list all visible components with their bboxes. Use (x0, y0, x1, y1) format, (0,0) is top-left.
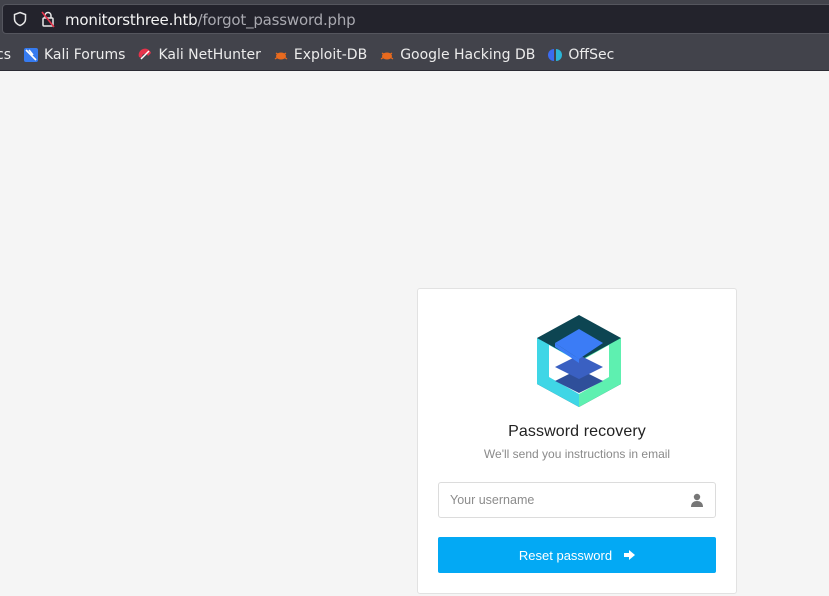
username-field-wrapper (438, 482, 716, 518)
offsec-icon (548, 49, 563, 61)
url-text[interactable]: monitorsthree.htb/forgot_password.php (65, 11, 356, 29)
user-icon (691, 493, 703, 507)
username-input[interactable] (450, 483, 680, 517)
url-host: monitorsthree.htb (65, 11, 198, 29)
bookmark-kali-nethunter[interactable]: Kali NetHunter (137, 47, 261, 63)
bookmark-label: Exploit-DB (293, 47, 368, 63)
bookmark-label: OffSec (568, 47, 615, 63)
page-title: Password recovery (508, 423, 646, 440)
insecure-lock-icon[interactable] (40, 10, 56, 28)
url-path: /forgot_password.php (197, 11, 356, 29)
monitorsthree-logo (537, 315, 621, 407)
bookmark-kali-forums[interactable]: Kali Forums (23, 47, 125, 63)
address-bar[interactable]: monitorsthree.htb/forgot_password.php (2, 4, 829, 34)
bookmark-google-hacking-db[interactable]: Google Hacking DB (379, 47, 535, 63)
kali-forums-icon (24, 48, 38, 62)
password-recovery-card: Password recovery We'll send you instruc… (417, 288, 737, 594)
page-subtitle: We'll send you instructions in email (483, 447, 671, 461)
bookmark-label: Kali NetHunter (158, 47, 261, 63)
arrow-right-icon (624, 550, 636, 560)
bookmark-label: Google Hacking DB (400, 47, 536, 63)
reset-password-label: Reset password (518, 547, 613, 563)
bookmark-offsec[interactable]: OffSec (547, 47, 614, 63)
ghdb-icon (380, 52, 394, 60)
reset-password-button[interactable]: Reset password (438, 537, 716, 573)
bookmarks-toolbar: cs Kali Forums Kali NetHunter Exploit-DB (0, 40, 829, 70)
shield-icon[interactable] (12, 11, 28, 27)
browser-chrome: monitorsthree.htb/forgot_password.php cs… (0, 0, 829, 71)
bookmark-label: cs (0, 47, 11, 63)
bookmark-label: Kali Forums (44, 47, 126, 63)
exploit-db-icon (274, 52, 288, 60)
kali-nethunter-icon (139, 48, 152, 60)
bookmark-docs[interactable]: cs (0, 47, 11, 63)
toolbar-divider (0, 70, 829, 71)
bookmark-exploit-db[interactable]: Exploit-DB (273, 47, 367, 63)
